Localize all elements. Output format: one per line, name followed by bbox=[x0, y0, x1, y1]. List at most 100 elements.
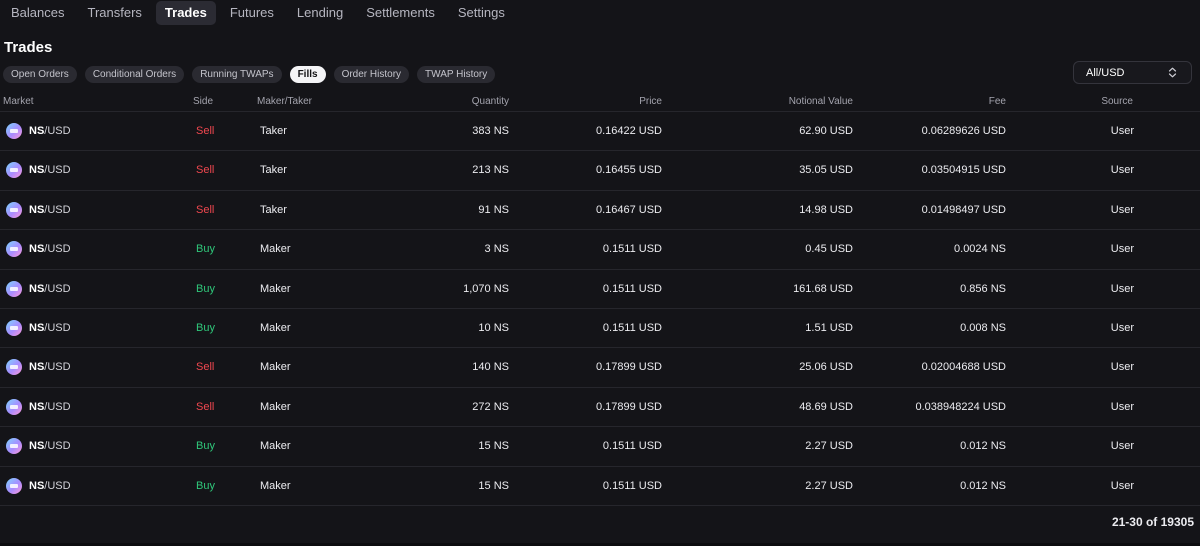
source-value: User bbox=[1110, 282, 1134, 295]
notional-value: 48.69 USD bbox=[799, 400, 853, 413]
header-source[interactable]: Source bbox=[1101, 96, 1133, 107]
table-row[interactable]: NS/USD Buy Maker 15 NS 0.1511 USD 2.27 USD 0.0… bbox=[0, 467, 1200, 506]
market-pair: NS/USD bbox=[29, 322, 71, 335]
sub-tabs: Open Orders Conditional Orders Running T… bbox=[3, 66, 503, 83]
price-value: 0.16422 USD bbox=[595, 125, 662, 137]
source-value: User bbox=[1110, 203, 1134, 216]
ns-token-icon bbox=[6, 241, 22, 258]
table-row[interactable]: NS/USD Sell Taker 91 NS 0.16467 USD 14.98 USD… bbox=[0, 191, 1200, 231]
side-value: Sell bbox=[196, 361, 215, 374]
maker-taker-value: Maker bbox=[260, 243, 291, 256]
maker-taker-value: Maker bbox=[260, 321, 291, 334]
market-quote: /USD bbox=[44, 479, 71, 492]
market-base: NS bbox=[29, 282, 45, 295]
side-value: Sell bbox=[196, 400, 215, 413]
market-pair: NS/USD bbox=[29, 125, 71, 138]
nav-balances[interactable]: Balances bbox=[2, 1, 73, 25]
nav-lending[interactable]: Lending bbox=[288, 1, 352, 25]
price-value: 0.1511 USD bbox=[602, 282, 662, 295]
header-notional-value[interactable]: Notional Value bbox=[789, 96, 853, 107]
quantity-value: 15 NS bbox=[478, 440, 509, 453]
header-market[interactable]: Market bbox=[3, 96, 34, 107]
price-value: 0.1511 USD bbox=[602, 321, 662, 334]
market-select-value: All/USD bbox=[1086, 66, 1125, 79]
notional-value: 35.05 USD bbox=[799, 164, 853, 177]
price-value: 0.1511 USD bbox=[602, 243, 662, 256]
notional-value: 1.51 USD bbox=[805, 321, 853, 334]
nav-settings[interactable]: Settings bbox=[449, 1, 514, 25]
header-side[interactable]: Side bbox=[193, 96, 213, 107]
market-base: NS bbox=[29, 400, 45, 413]
fee-value: 0.038948224 USD bbox=[915, 400, 1006, 413]
ns-token-icon bbox=[6, 123, 22, 139]
maker-taker-value: Maker bbox=[260, 400, 291, 413]
fee-value: 0.06289626 USD bbox=[921, 125, 1006, 137]
table-row[interactable]: NS/USD Buy Maker 15 NS 0.1511 USD 2.27 USD 0.0… bbox=[0, 427, 1200, 467]
source-value: User bbox=[1110, 125, 1134, 137]
tab-running-twaps[interactable]: Running TWAPs bbox=[192, 66, 282, 83]
chevron-up-down-icon bbox=[1168, 67, 1177, 78]
market-base: NS bbox=[29, 361, 45, 374]
tab-order-history[interactable]: Order History bbox=[333, 66, 410, 83]
source-value: User bbox=[1110, 321, 1134, 334]
table-body: NS/USD Sell Taker 383 NS 0.16422 USD 62.90 US… bbox=[0, 112, 1200, 506]
price-value: 0.1511 USD bbox=[602, 440, 662, 453]
quantity-value: 272 NS bbox=[472, 400, 509, 413]
price-value: 0.17899 USD bbox=[595, 361, 662, 374]
table-row[interactable]: NS/USD Sell Maker 272 NS 0.17899 USD 48.69 US… bbox=[0, 388, 1200, 428]
market-quote: /USD bbox=[44, 440, 71, 453]
ns-token-icon bbox=[6, 438, 22, 455]
quantity-value: 383 NS bbox=[472, 125, 509, 137]
market-base: NS bbox=[29, 203, 45, 216]
ns-token-icon bbox=[6, 319, 22, 336]
fee-value: 0.856 NS bbox=[960, 282, 1006, 295]
market-quote: /USD bbox=[44, 203, 71, 216]
table-row[interactable]: NS/USD Sell Taker 383 NS 0.16422 USD 62.90 US… bbox=[0, 112, 1200, 152]
maker-taker-value: Maker bbox=[260, 479, 291, 492]
ns-token-icon bbox=[6, 280, 22, 297]
maker-taker-value: Taker bbox=[260, 203, 287, 216]
table-row[interactable]: NS/USD Buy Maker 3 NS 0.1511 USD 0.45 USD 0.00… bbox=[0, 230, 1200, 270]
tab-open-orders[interactable]: Open Orders bbox=[3, 66, 77, 83]
page-title: Trades bbox=[4, 39, 53, 56]
maker-taker-value: Maker bbox=[260, 282, 291, 295]
market-base: NS bbox=[29, 321, 45, 334]
header-quantity[interactable]: Quantity bbox=[472, 96, 509, 107]
ns-token-icon bbox=[6, 398, 22, 415]
table-row[interactable]: NS/USD Buy Maker 1,070 NS 0.1511 USD 161.68 U… bbox=[0, 270, 1200, 309]
header-fee[interactable]: Fee bbox=[989, 96, 1006, 107]
table-row[interactable]: NS/USD Buy Maker 10 NS 0.1511 USD 1.51 USD 0.0… bbox=[0, 309, 1200, 349]
market-quote: /USD bbox=[44, 282, 71, 295]
fee-value: 0.03504915 USD bbox=[921, 164, 1006, 177]
notional-value: 2.27 USD bbox=[805, 440, 853, 453]
nav-settlements[interactable]: Settlements bbox=[357, 1, 444, 25]
notional-value: 0.45 USD bbox=[805, 243, 853, 256]
nav-transfers[interactable]: Transfers bbox=[78, 1, 150, 25]
table-row[interactable]: NS/USD Sell Taker 213 NS 0.16455 USD 35.05 US… bbox=[0, 151, 1200, 191]
app-window: Balances Transfers Trades Futures Lendin… bbox=[0, 0, 1200, 546]
ns-token-icon bbox=[6, 477, 22, 494]
table-header: Market Side Maker/Taker Quantity Price N… bbox=[0, 92, 1200, 112]
tab-twap-history[interactable]: TWAP History bbox=[417, 66, 496, 83]
market-base: NS bbox=[29, 479, 45, 492]
fee-value: 0.02004688 USD bbox=[921, 361, 1006, 374]
quantity-value: 10 NS bbox=[478, 321, 509, 334]
tab-conditional-orders[interactable]: Conditional Orders bbox=[84, 66, 185, 83]
tab-fills[interactable]: Fills bbox=[289, 66, 326, 83]
market-pair: NS/USD bbox=[29, 361, 71, 374]
market-pair: NS/USD bbox=[29, 164, 71, 177]
market-select[interactable]: All/USD bbox=[1073, 61, 1192, 84]
side-value: Buy bbox=[196, 479, 215, 492]
table-row[interactable]: NS/USD Sell Maker 140 NS 0.17899 USD 25.06 US… bbox=[0, 348, 1200, 388]
fee-value: 0.012 NS bbox=[960, 479, 1006, 492]
nav-trades[interactable]: Trades bbox=[155, 1, 216, 25]
side-value: Buy bbox=[196, 321, 215, 334]
notional-value: 14.98 USD bbox=[799, 203, 853, 216]
header-maker-taker[interactable]: Maker/Taker bbox=[257, 96, 312, 107]
quantity-value: 1,070 NS bbox=[463, 282, 509, 295]
maker-taker-value: Maker bbox=[260, 440, 291, 453]
source-value: User bbox=[1110, 243, 1134, 256]
nav-futures[interactable]: Futures bbox=[221, 1, 283, 25]
quantity-value: 213 NS bbox=[472, 164, 509, 177]
header-price[interactable]: Price bbox=[639, 96, 662, 107]
